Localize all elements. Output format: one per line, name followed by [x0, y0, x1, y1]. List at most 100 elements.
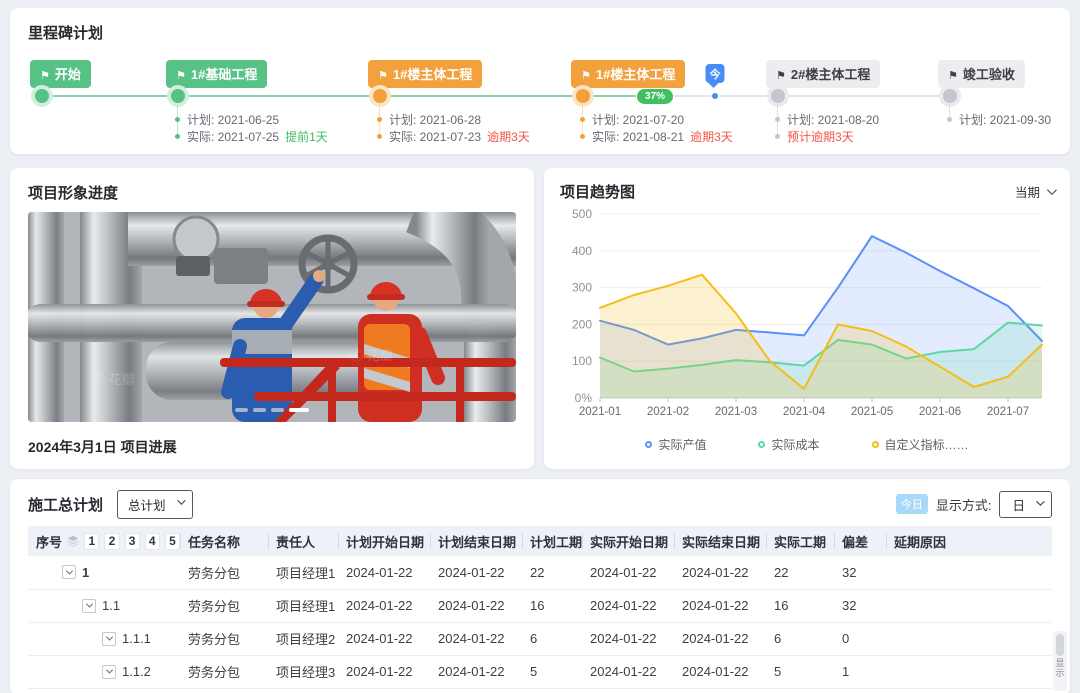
level-button-4[interactable]: 4 [145, 533, 160, 550]
bullet-dot [175, 117, 180, 122]
level-button-2[interactable]: 2 [104, 533, 119, 550]
period-value: 当期 [1015, 182, 1040, 201]
table-header-row: 序号 1 2 3 4 5 任务 [28, 526, 1052, 556]
plan-date: 计划: 2021-09-30 [959, 111, 1051, 128]
plan-days: 5 [522, 655, 582, 688]
carousel-dot[interactable] [271, 408, 284, 412]
today-jump-badge[interactable]: 今日 [896, 494, 928, 514]
milestone-bubble[interactable]: ⚑1#楼主体工程 [368, 60, 482, 88]
svg-text:500: 500 [572, 207, 592, 221]
milestone-label: 1#楼主体工程 [596, 67, 675, 82]
delay-reason [886, 556, 1052, 589]
plan-type-dropdown[interactable]: 总计划 [117, 490, 193, 519]
milestone-dot [943, 89, 957, 103]
legend-item-output[interactable]: 实际产值 [645, 436, 706, 453]
owner: 项目经理1 [268, 589, 338, 622]
carousel-dot[interactable] [253, 408, 266, 412]
milestone-bubble[interactable]: ⚑ 1#楼主体工程 [571, 60, 685, 88]
plan-start: 2024-01-22 [338, 556, 430, 589]
level-button-3[interactable]: 3 [125, 533, 140, 550]
actual-days: 16 [766, 589, 834, 622]
milestone-bubble[interactable]: ⚑ 开始 [30, 60, 91, 88]
svg-text:200: 200 [572, 317, 592, 331]
plan-end: 2024-01-22 [430, 622, 522, 655]
col-plan-end: 计划结束日期 [430, 526, 522, 556]
plan-end: 2024-01-22 [430, 589, 522, 622]
actual-date: 实际: 2021-07-25 [187, 128, 279, 145]
flag-icon: ⚑ [40, 70, 50, 82]
col-owner: 责任人 [268, 526, 338, 556]
chevron-down-icon [1047, 185, 1057, 195]
series-marker-blue [645, 441, 652, 448]
col-delay-reason: 延期原因 [886, 526, 1052, 556]
actual-days: 6 [766, 622, 834, 655]
carousel-indicators [235, 408, 309, 412]
legend-item-custom[interactable]: 自定义指标…… [872, 436, 969, 453]
svg-text:100: 100 [572, 354, 592, 368]
expand-toggle[interactable] [102, 665, 116, 679]
plan-header-right: 今日 显示方式: 日 [896, 491, 1052, 518]
svg-text:2021-01: 2021-01 [579, 406, 621, 418]
plan-table: 序号 1 2 3 4 5 任务 [28, 526, 1052, 689]
bullet-dot [580, 117, 585, 122]
timeline-completed-segment [42, 95, 660, 97]
task-name: 劳务分包 [180, 655, 268, 688]
table-scrollbar[interactable]: 显示 [1053, 631, 1067, 691]
side-tab-label: 显示 [1054, 658, 1067, 678]
svg-text:2021-02: 2021-02 [647, 406, 689, 418]
site-photo: Ⓒ 花瓣 Ⓒ 花瓣 [28, 212, 516, 422]
col-task: 任务名称 [180, 526, 268, 556]
expand-toggle[interactable] [102, 632, 116, 646]
level-button-1[interactable]: 1 [84, 533, 99, 550]
task-name: 劳务分包 [180, 589, 268, 622]
display-mode-dropdown[interactable]: 日 [999, 491, 1052, 518]
trend-chart: 5004003002001000%2021-012021-022021-0320… [560, 202, 1050, 428]
flag-icon: ⚑ [581, 70, 591, 82]
svg-text:2021-04: 2021-04 [783, 406, 826, 418]
col-deviation: 偏差 [834, 526, 886, 556]
plan-title: 施工总计划 [28, 494, 103, 515]
bullet-dot [775, 117, 780, 122]
milestone-label: 竣工验收 [963, 67, 1015, 82]
plan-start: 2024-01-22 [338, 622, 430, 655]
layers-icon[interactable] [67, 534, 79, 548]
milestone-bubble[interactable]: ⚑1#基础工程 [166, 60, 267, 88]
milestone-dot [373, 89, 387, 103]
progress-badge: 37% [636, 88, 674, 105]
svg-text:2021-07: 2021-07 [987, 406, 1029, 418]
bullet-dot [947, 117, 952, 122]
task-name: 劳务分包 [180, 556, 268, 589]
task-id: 1.1 [102, 598, 120, 613]
milestone-label: 2#楼主体工程 [791, 67, 870, 82]
scrollbar-thumb[interactable] [1056, 634, 1064, 656]
level-button-5[interactable]: 5 [165, 533, 180, 550]
milestone-panel-title: 里程碑计划 [28, 22, 1052, 43]
overdue-note: 逾期3天 [690, 128, 733, 145]
milestone-dates: 计划: 2021-06-25 实际: 2021-07-25 提前1天 [175, 111, 328, 145]
carousel-dot[interactable] [235, 408, 248, 412]
construction-plan-panel: 施工总计划 总计划 今日 显示方式: 日 [10, 479, 1070, 693]
actual-date: 实际: 2021-08-21 [592, 128, 684, 145]
milestone-bubble[interactable]: ⚑竣工验收 [938, 60, 1025, 88]
milestone-dates: 计划: 2021-08-20 预计逾期3天 [775, 111, 879, 145]
trend-panel: 项目趋势图 当期 5004003002001000%2021-012021-02… [544, 168, 1070, 469]
photo-carousel[interactable]: Ⓒ 花瓣 Ⓒ 花瓣 [28, 212, 516, 422]
ahead-note: 提前1天 [285, 128, 328, 145]
plan-date: 计划: 2021-08-20 [787, 111, 879, 128]
col-plan-start: 计划开始日期 [338, 526, 430, 556]
carousel-dot-active[interactable] [289, 408, 309, 412]
legend-item-cost[interactable]: 实际成本 [758, 436, 819, 453]
task-id: 1.1.2 [122, 664, 151, 679]
visual-progress-panel: 项目形象进度 [10, 168, 534, 469]
milestone-label: 开始 [55, 67, 81, 82]
expand-toggle[interactable] [82, 599, 96, 613]
photo-caption: 2024年3月1日 项目进展 [28, 437, 516, 457]
plan-end: 2024-01-22 [430, 556, 522, 589]
milestone-bubble[interactable]: ⚑2#楼主体工程 [766, 60, 880, 88]
period-dropdown[interactable]: 当期 [1015, 182, 1054, 201]
col-actual-start: 实际开始日期 [582, 526, 674, 556]
expand-toggle[interactable] [62, 565, 76, 579]
milestone-panel: 里程碑计划 ⚑ 开始 ⚑1#基础工程 计划: 2021-06-25 实际: 202… [10, 8, 1070, 154]
svg-text:2021-06: 2021-06 [919, 406, 961, 418]
plan-date: 计划: 2021-06-25 [187, 111, 279, 128]
